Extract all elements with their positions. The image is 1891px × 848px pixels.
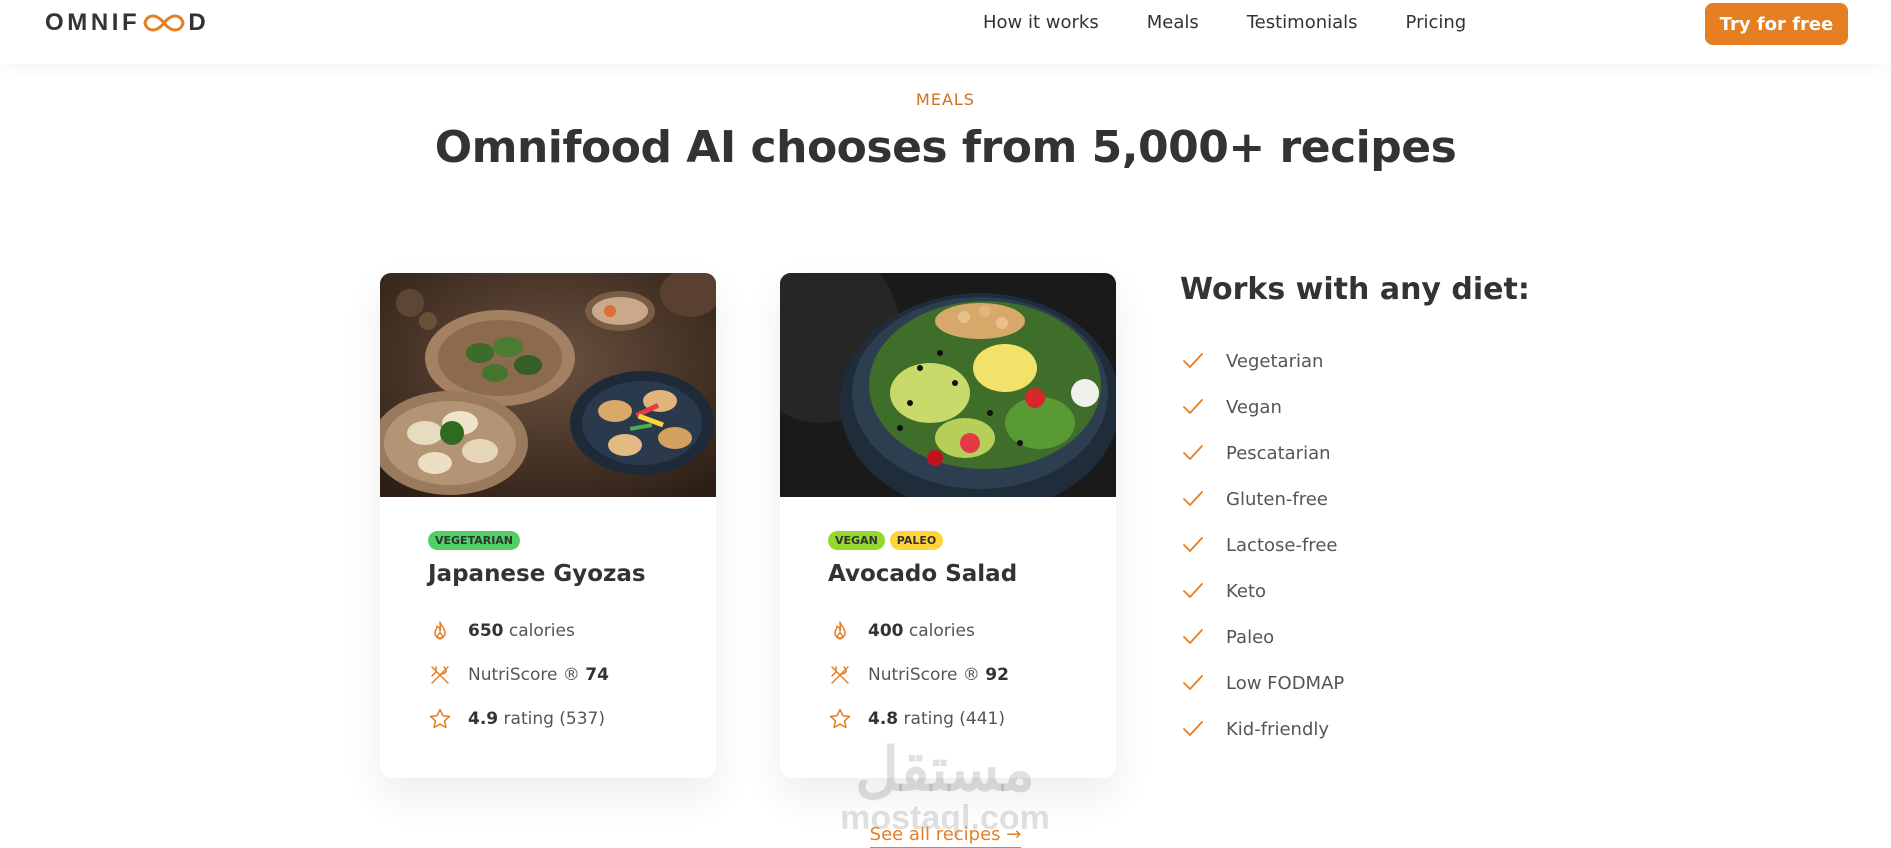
list-item: Paleo xyxy=(1180,614,1344,660)
checkmark-icon xyxy=(1183,629,1203,644)
tag-vegetarian: VEGETARIAN xyxy=(428,531,521,550)
list-item: Lactose-free xyxy=(1180,522,1344,568)
diet-item-label: Vegan xyxy=(1226,396,1282,418)
checkmark-icon xyxy=(1183,675,1203,690)
main-nav: How it works Meals Testimonials Pricing xyxy=(983,12,1466,33)
checkmark-icon xyxy=(1183,583,1203,598)
rating-value: 4.9 xyxy=(468,709,499,729)
infinity-logo-icon xyxy=(143,14,185,32)
flame-icon xyxy=(834,621,846,640)
list-item: Low FODMAP xyxy=(1180,660,1344,706)
diet-item-label: Gluten-free xyxy=(1226,488,1328,510)
nav-how-it-works[interactable]: How it works xyxy=(983,12,1099,33)
rating-value: 4.8 xyxy=(868,709,899,729)
meal-tags: VEGETARIAN xyxy=(428,531,521,550)
utensils-icon xyxy=(831,666,849,684)
calories-label: calories xyxy=(508,621,575,641)
nav-meals[interactable]: Meals xyxy=(1147,12,1199,33)
site-header: OMNIF D How it works Meals Testimonials … xyxy=(0,0,1891,64)
meal-rating: 4.9 rating (537) xyxy=(428,707,605,731)
logo-text-suffix: D xyxy=(188,9,210,36)
list-item: Keto xyxy=(1180,568,1344,614)
diet-list: Vegetarian Vegan Pescatarian Gluten-free… xyxy=(1180,338,1344,752)
rating-label: rating (441) xyxy=(903,709,1006,729)
meal-calories: 400 calories xyxy=(828,619,975,643)
calories-value: 400 xyxy=(868,621,904,641)
checkmark-icon xyxy=(1183,537,1203,552)
meal-tags: VEGAN PALEO xyxy=(828,531,944,550)
meal-card-gyozas[interactable]: VEGETARIAN Japanese Gyozas 650 calories … xyxy=(380,273,716,778)
calories-value: 650 xyxy=(468,621,504,641)
meal-rating: 4.8 rating (441) xyxy=(828,707,1005,731)
diet-item-label: Kid-friendly xyxy=(1226,718,1330,740)
diet-item-label: Vegetarian xyxy=(1226,350,1324,372)
omnifood-logo[interactable]: OMNIF D xyxy=(45,9,209,37)
rating-label: rating (537) xyxy=(503,709,606,729)
gyozas-photo xyxy=(380,273,716,497)
list-item: Kid-friendly xyxy=(1180,706,1344,752)
list-item: Pescatarian xyxy=(1180,430,1344,476)
list-item: Gluten-free xyxy=(1180,476,1344,522)
star-icon xyxy=(429,708,451,729)
utensils-icon xyxy=(431,666,449,684)
checkmark-icon xyxy=(1183,721,1203,736)
diet-item-label: Keto xyxy=(1226,580,1267,602)
meal-nutriscore: NutriScore ® 74 xyxy=(428,663,609,687)
logo-text-prefix: OMNIF xyxy=(45,9,141,36)
checkmark-icon xyxy=(1183,399,1203,414)
diet-item-label: Pescatarian xyxy=(1226,442,1331,464)
tag-vegan: VEGAN xyxy=(828,531,885,550)
tag-paleo: PALEO xyxy=(889,531,944,550)
meal-nutriscore: NutriScore ® 92 xyxy=(828,663,1009,687)
avocado-salad-photo xyxy=(780,273,1116,497)
try-for-free-button[interactable]: Try for free xyxy=(1705,3,1848,45)
nutriscore-value: 92 xyxy=(985,665,1009,685)
meal-calories: 650 calories xyxy=(428,619,575,643)
meal-card-avocado-salad[interactable]: VEGAN PALEO Avocado Salad 400 calories N… xyxy=(780,273,1116,778)
nutriscore-value: 74 xyxy=(585,665,609,685)
meal-title: Japanese Gyozas xyxy=(428,561,646,587)
see-all-container: See all recipes → xyxy=(0,824,1891,848)
diet-list-title: Works with any diet: xyxy=(1180,272,1530,307)
list-item: Vegan xyxy=(1180,384,1344,430)
nav-testimonials[interactable]: Testimonials xyxy=(1247,12,1358,33)
calories-label: calories xyxy=(908,621,975,641)
nutriscore-label: NutriScore ® xyxy=(468,665,580,685)
nav-pricing[interactable]: Pricing xyxy=(1406,12,1467,33)
checkmark-icon xyxy=(1183,353,1203,368)
meal-title: Avocado Salad xyxy=(828,561,1018,587)
section-subheading: MEALS xyxy=(916,90,975,109)
diet-item-label: Lactose-free xyxy=(1226,534,1338,556)
see-all-recipes-link[interactable]: See all recipes → xyxy=(869,824,1022,848)
diet-item-label: Low FODMAP xyxy=(1226,672,1345,694)
diet-item-label: Paleo xyxy=(1226,626,1275,648)
list-item: Vegetarian xyxy=(1180,338,1344,384)
checkmark-icon xyxy=(1183,445,1203,460)
flame-icon xyxy=(434,621,446,640)
section-heading: Omnifood AI chooses from 5,000+ recipes xyxy=(434,122,1457,173)
nutriscore-label: NutriScore ® xyxy=(868,665,980,685)
checkmark-icon xyxy=(1183,491,1203,506)
star-icon xyxy=(829,708,851,729)
